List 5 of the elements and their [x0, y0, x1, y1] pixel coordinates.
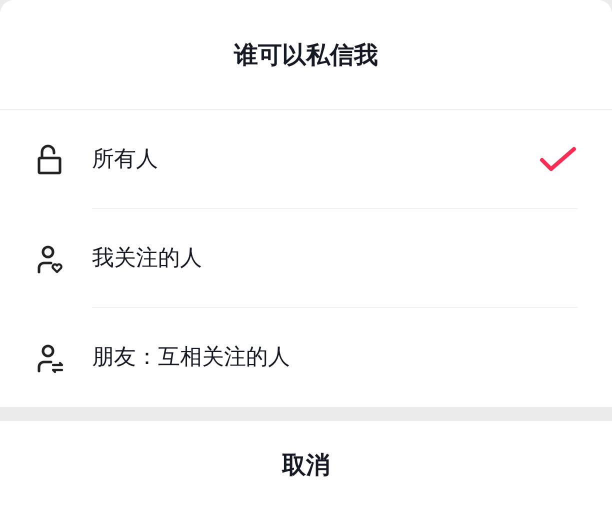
option-label: 朋友：互相关注的人 [92, 344, 291, 372]
cancel-button[interactable]: 取消 [0, 421, 612, 508]
sheet-title: 谁可以私信我 [234, 40, 378, 70]
option-label: 所有人 [92, 146, 159, 174]
option-label: 我关注的人 [92, 244, 203, 272]
